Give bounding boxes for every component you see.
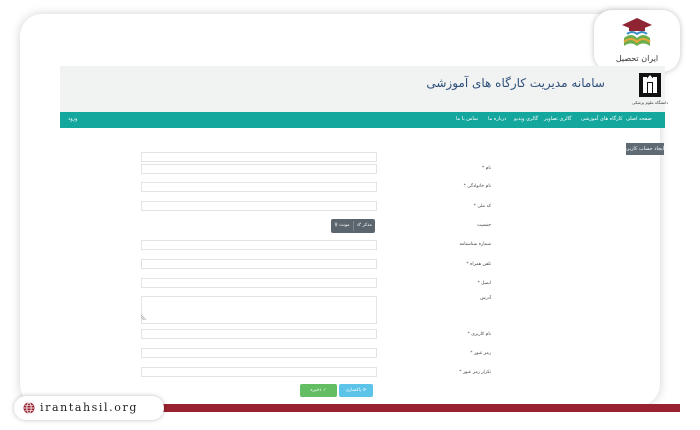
gender-female-label: مونث [339, 223, 350, 228]
password-input[interactable] [141, 348, 377, 358]
reset-button[interactable]: ⟳ پاکسازی [339, 384, 373, 397]
brand-name: ایران تحصیل [615, 54, 659, 63]
globe-icon [23, 402, 35, 414]
university-logo-icon [639, 73, 661, 97]
logo-caption: دانشگاه علوم پزشکی [632, 100, 669, 105]
id-number-input[interactable] [141, 240, 377, 250]
gender-male-button[interactable]: ♂ مذکر [354, 219, 375, 233]
resize-handle-icon[interactable] [141, 314, 147, 320]
label-password: رمز عبور * [470, 351, 491, 356]
address-textarea[interactable] [141, 296, 377, 324]
nav-item-home[interactable]: صفحه اصلی [626, 116, 652, 122]
site-header: دانشگاه علوم پزشکی سامانه مدیریت کارگاه … [60, 66, 669, 112]
label-last-name: نام خانوادگی * [463, 184, 491, 189]
first-name-input[interactable] [141, 164, 377, 174]
save-button-label: ذخیره [310, 388, 322, 393]
check-icon: ✓ [322, 388, 327, 393]
female-icon: ♀ [334, 223, 338, 228]
main-navbar: صفحه اصلی کارگاه های آموزشی گالری تصاویر… [60, 112, 665, 128]
nav-item-image-gallery[interactable]: گالری تصاویر [544, 116, 572, 122]
username-input[interactable] [141, 329, 377, 339]
label-password-repeat: تکرار رمز عبور * [459, 370, 491, 375]
nav-item-video-gallery[interactable]: گالری ویدیو [514, 116, 538, 122]
form-section-title: ایجاد حساب کاربری [623, 143, 664, 155]
domain-pill[interactable]: irantahsil.org [14, 396, 164, 420]
national-code-input[interactable] [141, 201, 377, 211]
nav-login-link[interactable]: ورود [68, 116, 77, 122]
domain-text: irantahsil.org [40, 401, 138, 414]
nav-item-workshops[interactable]: کارگاه های آموزشی [581, 116, 623, 122]
reset-button-label: پاکسازی [345, 388, 362, 393]
label-email: ایمیل * [477, 281, 491, 286]
label-address: آدرس [480, 296, 491, 301]
label-national-code: کد ملی * [473, 204, 491, 209]
label-gender: جنسیت [477, 223, 491, 228]
save-button[interactable]: ✓ ذخیره [300, 384, 337, 397]
last-name-input[interactable] [141, 182, 377, 192]
refresh-icon: ⟳ [362, 388, 367, 393]
label-first-name: نام * [481, 166, 491, 171]
gender-female-button[interactable]: ♀ مونث [331, 219, 353, 233]
label-id-number: شماره شناسنامه [459, 242, 491, 247]
footer-accent-line [160, 404, 680, 412]
email-input[interactable] [141, 278, 377, 288]
male-icon: ♂ [357, 223, 362, 228]
label-username: نام کاربری * [467, 332, 491, 337]
label-mobile: تلفن همراه * [466, 262, 491, 267]
nav-item-contact[interactable]: تماس با ما [456, 116, 478, 122]
gender-male-label: مذکر [362, 223, 372, 228]
mobile-input[interactable] [141, 259, 377, 269]
password-repeat-input[interactable] [141, 367, 377, 377]
brand-logo-icon [622, 18, 652, 46]
input-extra-top[interactable] [141, 152, 377, 162]
nav-item-about[interactable]: درباره ما [488, 116, 506, 122]
gender-toggle: ♀ مونث ♂ مذکر [331, 219, 375, 233]
site-title: سامانه مدیریت کارگاه های آموزشی [426, 76, 605, 90]
brand-badge[interactable]: ایران تحصیل [594, 10, 680, 72]
